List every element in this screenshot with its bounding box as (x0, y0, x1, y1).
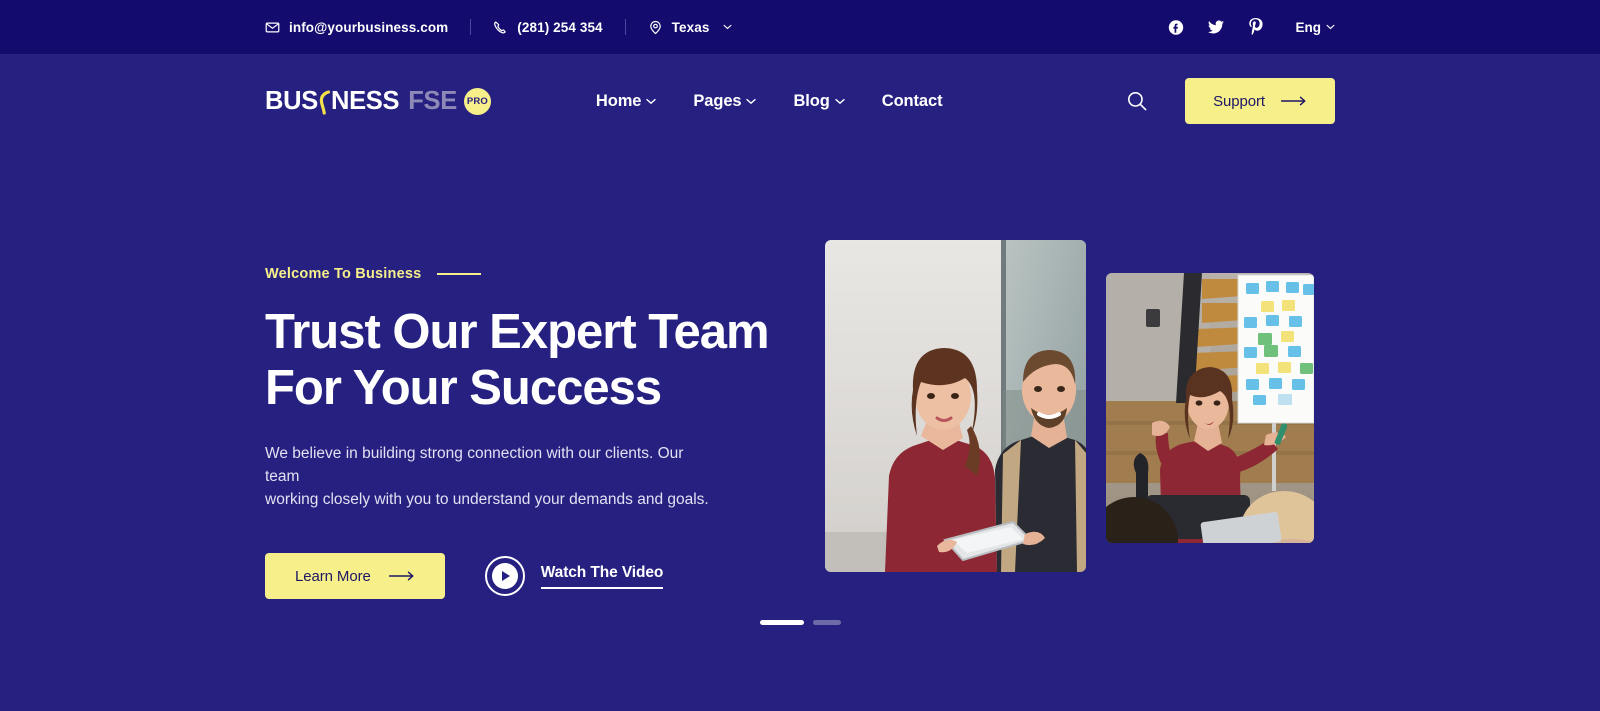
eyebrow-divider (437, 273, 482, 275)
play-icon-core (491, 563, 518, 589)
logo-text-group: BUS NESS (265, 86, 400, 116)
hero-image-secondary (1106, 273, 1314, 543)
arrow-right-icon (1281, 96, 1307, 106)
language-label: Eng (1295, 19, 1322, 35)
hero-section: Welcome To Business Trust Our Expert Tea… (0, 240, 1600, 599)
play-triangle (501, 571, 510, 581)
hero-content: Welcome To Business Trust Our Expert Tea… (265, 240, 785, 599)
learn-more-button[interactable]: Learn More (265, 553, 445, 599)
nav-item-blog[interactable]: Blog (793, 91, 845, 111)
slider-dot-active[interactable] (759, 620, 804, 625)
hero-description: We believe in building strong connection… (265, 445, 709, 508)
phone-icon (493, 20, 508, 35)
divider (470, 19, 472, 35)
main-navigation: Home Pages Blog Contact (596, 92, 943, 111)
logo[interactable]: BUS NESS FSE PRO (265, 87, 491, 116)
hero-eyebrow-text: Welcome To Business (265, 266, 422, 282)
twitter-icon[interactable] (1207, 18, 1224, 36)
logo-i-accent-icon (318, 88, 331, 115)
play-icon (484, 556, 525, 596)
location-text: Texas (671, 19, 710, 35)
chevron-down-icon (835, 98, 845, 105)
nav-item-pages[interactable]: Pages (693, 91, 757, 111)
map-pin-icon (648, 20, 663, 35)
logo-pro-badge: PRO (463, 87, 491, 115)
chevron-down-icon (723, 24, 732, 30)
nav-item-contact[interactable]: Contact (882, 92, 943, 111)
location-selector[interactable]: Texas (648, 20, 733, 35)
nav-label: Home (595, 91, 642, 110)
logo-text-part1: BUS (265, 86, 318, 115)
slider-pagination (0, 620, 1600, 625)
watch-video-label: Watch The Video (540, 564, 663, 589)
nav-item-home[interactable]: Home (595, 91, 657, 111)
divider (624, 19, 626, 35)
chevron-down-icon (1326, 24, 1335, 30)
language-selector[interactable]: Eng (1296, 20, 1336, 35)
slider-dot-inactive[interactable] (812, 620, 841, 625)
hero-eyebrow: Welcome To Business (265, 266, 785, 282)
top-bar-contact-group: info@yourbusiness.com (281) 254 354 Texa… (265, 19, 732, 35)
site-header: BUS NESS FSE PRO Home Pages Blog Contact… (0, 54, 1600, 148)
search-icon[interactable] (1125, 89, 1149, 113)
envelope-icon (265, 20, 280, 35)
learn-more-label: Learn More (295, 567, 371, 585)
top-bar-utility-group: Eng (1168, 18, 1336, 36)
contact-email[interactable]: info@yourbusiness.com (265, 20, 448, 35)
hero-page: info@yourbusiness.com (281) 254 354 Texa… (0, 0, 1600, 711)
top-bar: info@yourbusiness.com (281) 254 354 Texa… (0, 0, 1600, 54)
logo-wordmark: BUS NESS FSE PRO (265, 87, 491, 116)
hero-image-primary (825, 240, 1086, 572)
nav-label: Contact (881, 91, 943, 110)
header-actions: Support (1125, 78, 1335, 124)
arrow-right-icon (388, 571, 415, 581)
contact-phone[interactable]: (281) 254 354 (493, 19, 603, 35)
nav-label: Blog (793, 91, 830, 110)
support-button[interactable]: Support (1185, 78, 1335, 124)
logo-suffix: FSE (408, 86, 457, 115)
hero-title: Trust Our Expert Team For Your Success (265, 305, 770, 415)
support-button-label: Support (1213, 92, 1265, 110)
hero-images (825, 240, 1315, 572)
contact-email-text: info@yourbusiness.com (289, 19, 449, 35)
logo-text-part2: NESS (330, 86, 400, 115)
chevron-down-icon (646, 98, 657, 105)
contact-phone-text: (281) 254 354 (517, 19, 603, 35)
hero-cta-group: Learn More Watch The Video (265, 553, 785, 599)
nav-label: Pages (693, 91, 742, 110)
chevron-down-icon (746, 98, 757, 105)
facebook-icon[interactable] (1168, 18, 1184, 36)
watch-video-button[interactable]: Watch The Video (484, 556, 663, 596)
pinterest-icon[interactable] (1248, 18, 1264, 36)
